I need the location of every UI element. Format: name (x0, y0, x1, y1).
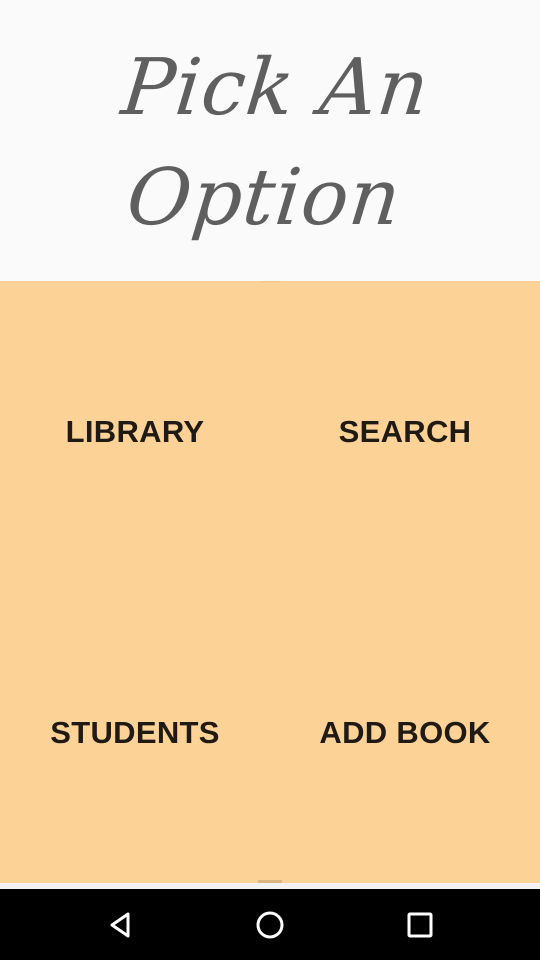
add-book-button[interactable]: ADD BOOK (270, 582, 540, 883)
square-recent-apps-icon (407, 912, 433, 937)
home-button[interactable] (230, 889, 310, 960)
page-title: Pick An Option (0, 33, 540, 253)
android-navigation-bar (0, 889, 540, 960)
app-screen: Pick An Option LIBRARY SEARCH STUDENTS A… (0, 0, 540, 960)
title-line-1: Pick An (117, 42, 434, 133)
back-button[interactable] (80, 889, 160, 960)
recent-apps-button[interactable] (380, 889, 460, 960)
students-button[interactable]: STUDENTS (0, 582, 270, 883)
title-header: Pick An Option (0, 0, 540, 281)
title-line-2: Option (122, 152, 406, 243)
library-button[interactable]: LIBRARY (0, 281, 270, 582)
options-grid: LIBRARY SEARCH STUDENTS ADD BOOK (0, 281, 540, 883)
triangle-back-icon (110, 912, 130, 937)
circle-home-icon (256, 911, 284, 938)
search-button[interactable]: SEARCH (270, 281, 540, 582)
